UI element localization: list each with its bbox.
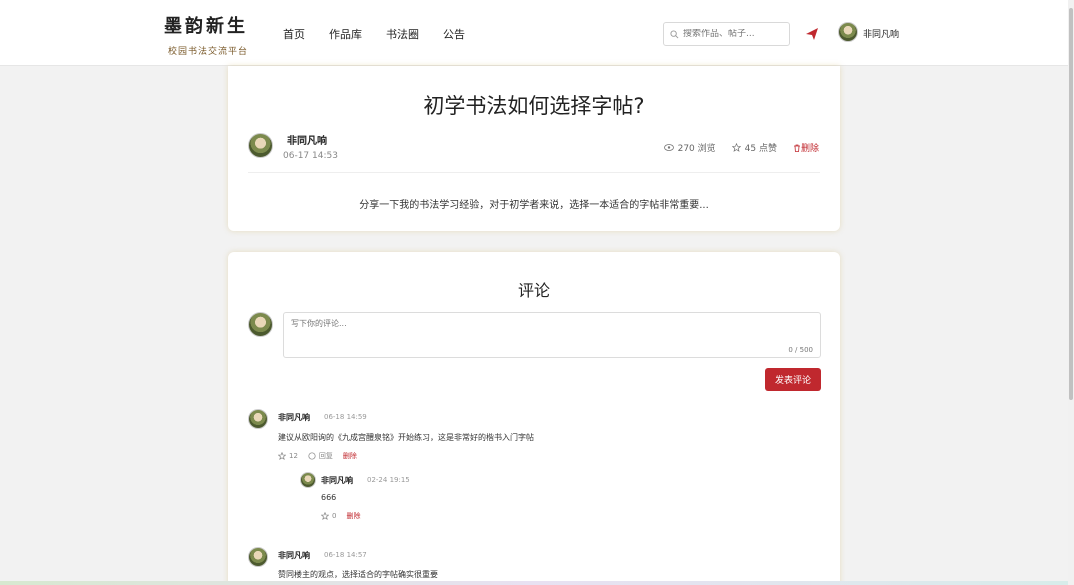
site-logo[interactable]: 墨韵新生 校园书法交流平台	[164, 12, 254, 57]
nav-circle[interactable]: 书法圈	[386, 26, 419, 42]
nav-announcements[interactable]: 公告	[443, 26, 465, 42]
delete-post-button[interactable]: 删除	[793, 141, 819, 154]
comment-text: 赞同楼主的观点，选择适合的字帖确实很重要	[278, 570, 438, 579]
comment-box[interactable]: 0 / 500	[283, 312, 821, 358]
header-username[interactable]: 非同凡响	[863, 27, 899, 40]
comment-reply-button[interactable]: 回复	[308, 451, 333, 461]
eye-icon	[663, 144, 674, 151]
logo-title: 墨韵新生	[164, 16, 248, 37]
comment-delete-button[interactable]: 删除	[343, 451, 357, 461]
reply-icon	[308, 452, 316, 460]
current-user-avatar	[248, 312, 273, 337]
reply-item: 非同凡响 02-24 19:15 666 0 删除	[300, 472, 800, 522]
author-avatar[interactable]	[248, 133, 273, 158]
comment-user[interactable]: 非同凡响	[278, 550, 310, 561]
comment-avatar[interactable]	[248, 547, 268, 567]
bottom-strip	[0, 581, 1068, 585]
user-avatar[interactable]	[838, 22, 858, 42]
star-icon	[278, 452, 286, 460]
nav-home[interactable]: 首页	[283, 26, 305, 42]
reply-delete-button[interactable]: 删除	[346, 511, 360, 521]
reply-time: 02-24 19:15	[367, 476, 410, 484]
post-card: 初学书法如何选择字帖? 非同凡响 06-17 14:53 270 浏览 45 点…	[228, 66, 840, 231]
top-header: 墨韵新生 校园书法交流平台 首页 作品库 书法圈 公告 非同凡响	[0, 0, 1068, 66]
comment-user[interactable]: 非同凡响	[278, 412, 310, 423]
reply-user[interactable]: 非同凡响	[321, 475, 353, 486]
post-content: 分享一下我的书法学习经验，对于初学者来说，选择一本适合的字帖非常重要...	[359, 200, 709, 211]
star-icon	[731, 143, 741, 152]
search-icon	[670, 29, 679, 38]
comment-avatar[interactable]	[248, 409, 268, 429]
reply-text: 666	[321, 493, 337, 502]
scrollbar-thumb[interactable]	[1069, 8, 1073, 400]
likes-count: 45 点赞	[744, 144, 777, 154]
comments-heading: 评论	[517, 281, 550, 300]
send-icon[interactable]	[805, 27, 819, 41]
search-input[interactable]	[683, 29, 783, 39]
comment-like-button[interactable]: 12	[278, 452, 298, 460]
likes-stat[interactable]: 45 点赞	[731, 141, 777, 154]
reply-like-button[interactable]: 0	[321, 512, 336, 520]
comment-actions: 12 回复 删除	[278, 451, 367, 461]
comments-card: 评论 0 / 500 发表评论 非同凡响 06-18 14:59 建议从欧阳询的…	[228, 252, 840, 585]
divider	[248, 172, 820, 173]
reply-actions: 0 删除	[321, 511, 370, 521]
star-icon	[321, 512, 329, 520]
trash-icon	[793, 144, 800, 152]
post-stats: 270 浏览 45 点赞 删除	[648, 141, 819, 154]
main-nav: 首页 作品库 书法圈 公告	[283, 26, 489, 42]
views-stat: 270 浏览	[663, 141, 716, 154]
comment-item: 非同凡响 06-18 14:57 赞同楼主的观点，选择适合的字帖确实很重要	[248, 547, 808, 585]
comment-text: 建议从欧阳询的《九成宫醴泉铭》开始练习，这是非常好的楷书入门字帖	[278, 433, 534, 442]
views-count: 270 浏览	[677, 144, 716, 154]
comment-input[interactable]	[284, 313, 820, 357]
post-title: 初学书法如何选择字帖?	[423, 94, 645, 118]
delete-post-label: 删除	[800, 144, 819, 154]
scrollbar[interactable]	[1068, 0, 1074, 585]
char-count: 0 / 500	[788, 346, 813, 354]
nav-works[interactable]: 作品库	[329, 26, 362, 42]
comment-time: 06-18 14:57	[324, 551, 367, 559]
post-date: 06-17 14:53	[283, 151, 338, 161]
comment-item: 非同凡响 06-18 14:59 建议从欧阳询的《九成宫醴泉铭》开始练习，这是非…	[248, 409, 808, 529]
comment-like-count: 12	[289, 452, 298, 460]
reply-like-count: 0	[332, 512, 337, 520]
reply-avatar[interactable]	[300, 472, 316, 488]
comment-reply-label: 回复	[318, 452, 333, 460]
publish-comment-button[interactable]: 发表评论	[765, 368, 821, 391]
logo-subtitle: 校园书法交流平台	[168, 47, 249, 57]
search-box[interactable]	[663, 22, 790, 46]
comment-time: 06-18 14:59	[324, 413, 367, 421]
post-author[interactable]: 非同凡响	[287, 132, 327, 147]
